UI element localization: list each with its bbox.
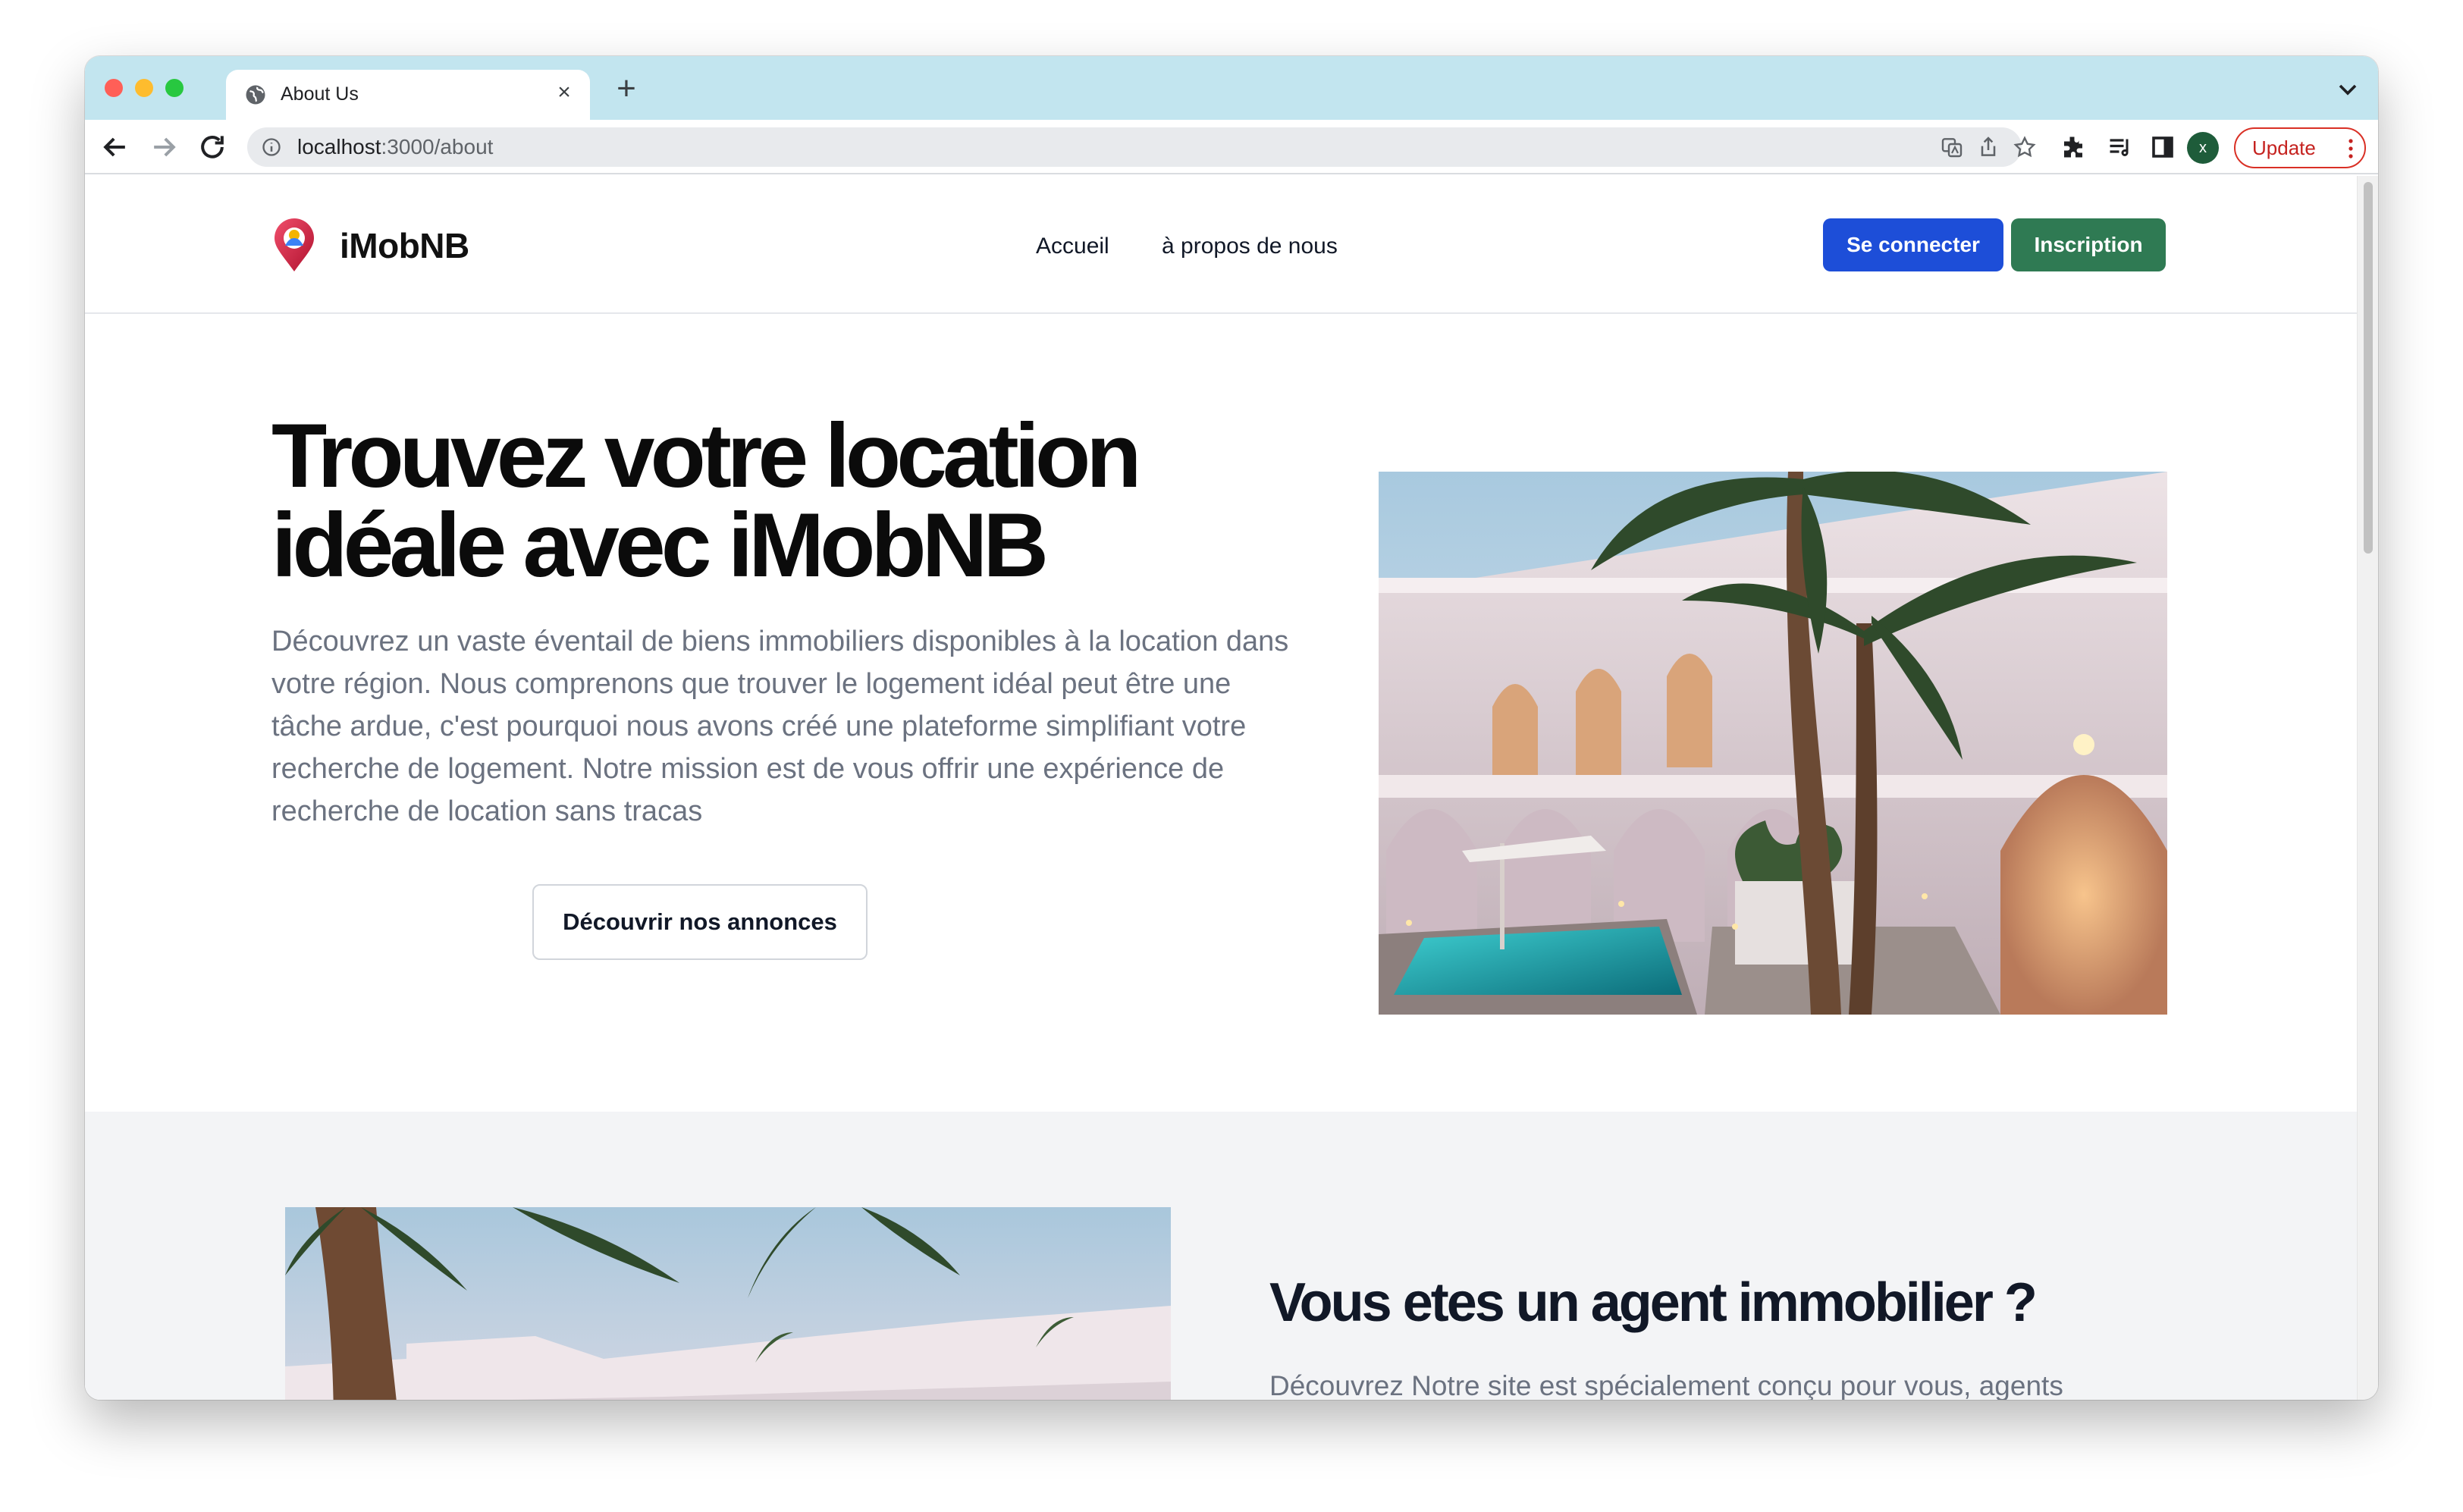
share-icon[interactable] (1976, 135, 2000, 159)
browser-toolbar: localhost:3000/about x Update (85, 120, 2378, 174)
forward-arrow-icon[interactable] (147, 130, 180, 164)
close-window-button[interactable] (105, 79, 123, 97)
reading-list-icon[interactable] (2107, 133, 2134, 161)
update-button[interactable]: Update (2234, 127, 2366, 168)
profile-avatar[interactable]: x (2187, 132, 2219, 164)
globe-icon (246, 85, 265, 105)
hero-title: Trouvez votre location idéale avec iMobN… (271, 405, 1142, 596)
discover-listings-button[interactable]: Découvrir nos annonces (532, 884, 868, 960)
location-pin-logo-icon[interactable] (271, 218, 317, 273)
tab-strip: About Us × + (85, 56, 2378, 120)
star-icon[interactable] (2013, 135, 2037, 159)
agents-description: Découvrez Notre site est spécialement co… (1269, 1370, 2063, 1400)
signup-button[interactable]: Inscription (2011, 218, 2166, 271)
side-panel-icon[interactable] (2149, 133, 2176, 161)
agents-title: Vous etes un agent immobilier ? (1269, 1272, 2038, 1333)
minimize-window-button[interactable] (135, 79, 153, 97)
translate-icon[interactable] (1940, 135, 1964, 159)
address-bar[interactable]: localhost:3000/about (247, 127, 2036, 167)
back-arrow-icon[interactable] (99, 130, 132, 164)
page-viewport: iMobNB Accueil à propos de nous Se conne… (85, 176, 2357, 1400)
tab-title: About Us (281, 83, 359, 105)
info-icon[interactable] (261, 136, 282, 158)
agents-riad-image (285, 1207, 1171, 1400)
brand-name[interactable]: iMobNB (340, 226, 469, 265)
extensions-icon[interactable] (2060, 133, 2087, 161)
browser-tab[interactable]: About Us × (226, 70, 590, 120)
login-button[interactable]: Se connecter (1823, 218, 2003, 271)
url-text[interactable]: localhost:3000/about (297, 135, 493, 159)
close-tab-icon[interactable]: × (552, 80, 576, 105)
browser-window: About Us × + localhost:3000/about x Upda… (85, 56, 2378, 1400)
hero-description: Découvrez un vaste éventail de biens imm… (271, 626, 1289, 827)
page-scrollbar[interactable] (2357, 176, 2378, 1400)
update-label: Update (2252, 136, 2316, 159)
nav-link-about[interactable]: à propos de nous (1162, 232, 1338, 261)
nav-link-home[interactable]: Accueil (1036, 232, 1109, 261)
chevron-down-icon[interactable] (2333, 74, 2363, 105)
zoom-window-button[interactable] (165, 79, 184, 97)
new-tab-button[interactable]: + (608, 71, 645, 108)
site-header: iMobNB Accueil à propos de nous Se conne… (85, 176, 2357, 314)
kebab-menu-icon (2348, 139, 2353, 158)
agents-section: Vous etes un agent immobilier ? Découvre… (85, 1112, 2357, 1400)
hero-courtyard-image (1379, 472, 2167, 1015)
reload-icon[interactable] (196, 130, 229, 164)
scrollbar-thumb[interactable] (2364, 182, 2373, 554)
